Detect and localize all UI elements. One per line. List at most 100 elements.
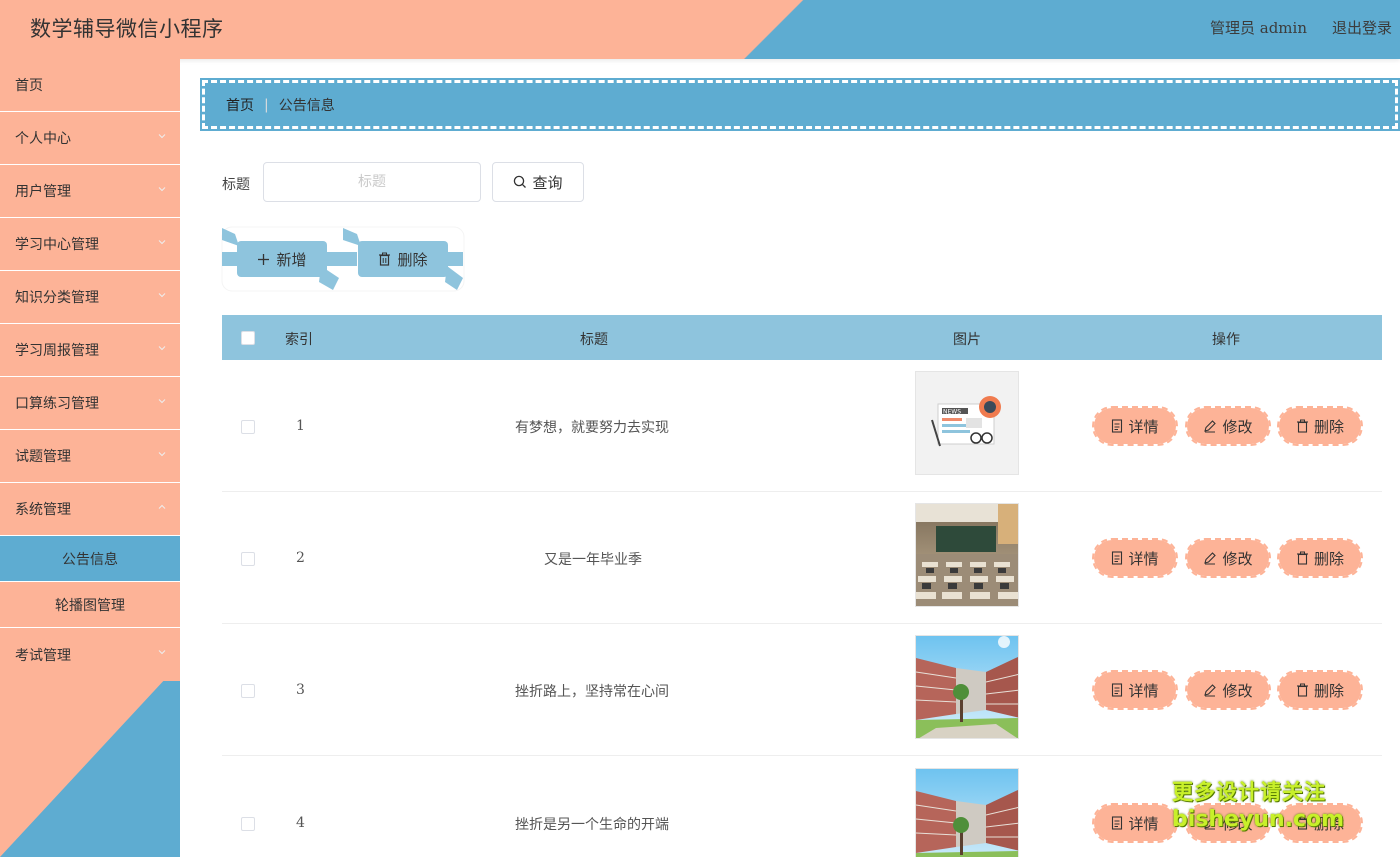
batch-delete-button-label: 删除 [397,250,428,269]
delete-button[interactable]: 删除 [1277,670,1363,710]
delete-button-label: 删除 [1313,681,1344,700]
row-checkbox[interactable] [241,684,255,698]
chevron-down-icon [158,399,166,404]
watermark: 更多设计请关注 bisheyun.com [1172,778,1344,834]
edit-button-label: 修改 [1222,417,1253,436]
pencil-icon [1204,420,1217,433]
detail-button[interactable]: 详情 [1092,538,1178,578]
document-icon [1112,816,1123,830]
edit-button-label: 修改 [1222,681,1253,700]
edit-button[interactable]: 修改 [1185,538,1271,578]
edit-button-label: 修改 [1222,549,1253,568]
search-button-label: 查询 [532,173,563,192]
edit-button[interactable]: 修改 [1185,406,1271,446]
pencil-icon [1204,552,1217,565]
table-row: 1 有梦想，就要努力去实现 NEWS 详情 修改 删除 [222,360,1382,492]
delete-button-label: 删除 [1313,549,1344,568]
document-icon [1112,419,1123,433]
row-index: 3 [296,682,305,698]
breadcrumb-home[interactable]: 首页 [226,95,254,115]
chevron-down-icon [158,650,166,655]
column-header-image: 图片 [953,332,981,348]
logout-link[interactable]: 退出登录 [1332,17,1392,38]
sidebar-subitem-carousel[interactable]: 轮播图管理 [0,582,180,628]
batch-delete-button[interactable]: 删除 [358,241,448,277]
sidebar-item-label: 个人中心 [15,131,71,147]
sidebar-subitem-label: 轮播图管理 [55,597,125,614]
detail-button[interactable]: 详情 [1092,670,1178,710]
add-button-label: 新增 [276,250,307,269]
breadcrumb-current: 公告信息 [278,97,335,114]
row-checkbox[interactable] [241,817,255,831]
breadcrumb-separator: | [264,96,269,113]
chevron-down-icon [158,134,166,139]
column-header-title: 标题 [580,332,608,348]
sidebar-item-system-management[interactable]: 系统管理 [0,483,180,536]
sidebar-subitem-notice[interactable]: 公告信息 [0,536,180,582]
chevron-down-icon [158,346,166,351]
edit-button[interactable]: 修改 [1185,670,1271,710]
search-icon [514,175,527,188]
select-all-checkbox[interactable] [241,331,255,345]
table-header: 索引 标题 图片 操作 [222,315,1382,360]
chevron-down-icon [158,293,166,298]
row-index: 4 [296,815,305,831]
chevron-down-icon [158,452,166,457]
detail-button[interactable]: 详情 [1092,406,1178,446]
row-title: 挫折路上，坚持常在心间 [515,684,669,700]
app-title: 数学辅导微信小程序 [30,17,224,41]
watermark-line1: 更多设计请关注 [1172,780,1326,804]
row-image-campus [915,768,1019,857]
detail-button-label: 详情 [1128,417,1159,436]
row-checkbox[interactable] [241,552,255,566]
sidebar-item-personal-center[interactable]: 个人中心 [0,112,180,165]
search-input[interactable] [263,162,481,202]
search-button[interactable]: 查询 [492,162,584,202]
trash-icon [1296,419,1308,433]
row-index: 2 [296,550,305,566]
trash-icon [379,252,391,266]
sidebar-item-user-management[interactable]: 用户管理 [0,165,180,218]
row-title: 挫折是另一个生命的开端 [515,817,669,833]
plus-icon [258,253,270,265]
sidebar-subitem-label: 公告信息 [62,551,118,568]
delete-button[interactable]: 删除 [1277,406,1363,446]
sidebar-item-label: 系统管理 [15,502,71,518]
row-checkbox[interactable] [241,420,255,434]
chevron-down-icon [158,187,166,192]
sidebar-item-mental-arithmetic[interactable]: 口算练习管理 [0,377,180,430]
sidebar-item-home[interactable]: 首页 [0,59,180,112]
sidebar-item-label: 学习周报管理 [15,343,99,359]
chevron-down-icon [158,240,166,245]
header-user-area: 管理员 admin 退出登录 [1210,17,1392,38]
sidebar-item-label: 知识分类管理 [15,290,99,306]
document-icon [1112,551,1123,565]
column-header-index: 索引 [285,332,313,348]
delete-button[interactable]: 删除 [1277,538,1363,578]
breadcrumb: 首页 | 公告信息 [200,78,1400,131]
sidebar-item-exam-management[interactable]: 考试管理 [0,628,180,681]
sidebar-item-question-management[interactable]: 试题管理 [0,430,180,483]
sidebar-item-label: 口算练习管理 [15,396,99,412]
row-title: 又是一年毕业季 [544,552,642,568]
sidebar-item-learning-center[interactable]: 学习中心管理 [0,218,180,271]
detail-button-label: 详情 [1128,549,1159,568]
row-index: 1 [296,418,305,434]
delete-button-label: 删除 [1313,417,1344,436]
trash-icon [1296,683,1308,697]
row-image-campus [915,635,1019,739]
add-button[interactable]: 新增 [237,241,327,277]
trash-icon [1296,551,1308,565]
detail-button[interactable]: 详情 [1092,803,1178,843]
column-header-actions: 操作 [1212,332,1240,348]
sidebar-item-weekly-report[interactable]: 学习周报管理 [0,324,180,377]
sidebar-item-label: 首页 [15,78,43,94]
row-image-classroom [915,503,1019,607]
sidebar: 首页 个人中心 用户管理 学习中心管理 知识分类管理 学习周报管理 口算练习管理… [0,59,180,857]
sidebar-item-knowledge-category[interactable]: 知识分类管理 [0,271,180,324]
sidebar-item-label: 考试管理 [15,647,71,664]
row-title: 有梦想，就要努力去实现 [515,420,669,436]
detail-button-label: 详情 [1128,814,1159,833]
admin-label: 管理员 admin [1209,19,1307,37]
document-icon [1112,683,1123,697]
